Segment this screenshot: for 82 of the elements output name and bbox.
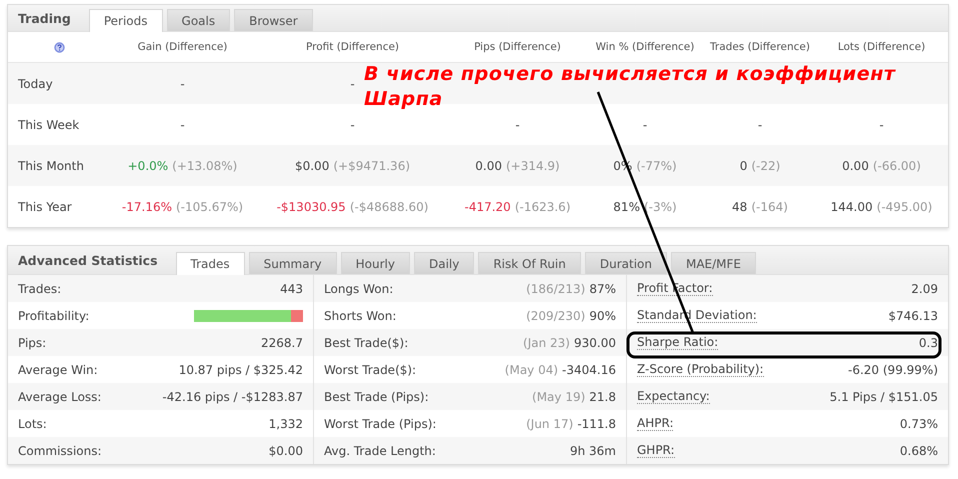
- stat-value: 0.73%: [900, 416, 938, 430]
- stat-link[interactable]: GHPR:: [637, 444, 675, 458]
- column-header: Lots (Difference): [838, 41, 926, 53]
- stat-value: $0.00: [268, 444, 303, 458]
- stat-label: Trades:: [18, 282, 62, 296]
- stat-value: 10.87 pips / $325.42: [178, 362, 303, 376]
- stat-link[interactable]: Expectancy:: [637, 390, 710, 404]
- column-header: Win % (Difference): [596, 41, 694, 53]
- help-icon[interactable]: [54, 42, 64, 52]
- table-cell: -417.20 (-1623.6): [464, 200, 570, 214]
- stat-value: (209/230) 90%: [526, 308, 616, 322]
- stat-label: Avg. Trade Length:: [324, 444, 436, 458]
- stat-value: 0.68%: [900, 444, 938, 458]
- stat-value: (May 19) 21.8: [532, 390, 616, 404]
- stat-value: (May 04) -3404.16: [504, 362, 616, 376]
- stat-label: Worst Trade($):: [324, 362, 416, 376]
- stat-value: 443: [280, 282, 303, 296]
- stat-value: (Jan 23) 930.00: [523, 336, 616, 350]
- tab[interactable]: Browser: [234, 9, 313, 31]
- column-header: Profit (Difference): [306, 41, 400, 53]
- tab[interactable]: Trades: [176, 252, 245, 275]
- table-cell: -: [180, 76, 185, 90]
- row-label: This Month: [18, 158, 84, 172]
- stat-label: Lots:: [18, 416, 47, 430]
- stat-label: Average Win:: [18, 362, 98, 376]
- stat-value: (186/213) 87%: [526, 282, 616, 296]
- table-cell: -: [180, 118, 185, 132]
- stat-link[interactable]: Z-Score (Probability):: [637, 362, 764, 376]
- table-cell: -: [758, 118, 762, 132]
- stat-value: -42.16 pips / -$1283.87: [162, 390, 303, 404]
- table-cell: -: [515, 118, 520, 132]
- stat-link[interactable]: Sharpe Ratio:: [637, 336, 718, 350]
- table-cell: $0.00 (+$9471.36): [294, 158, 410, 172]
- stat-value: -6.20 (99.99%): [848, 362, 938, 376]
- stat-value: 0.3: [918, 336, 938, 350]
- stat-value: 5.1 Pips / $151.05: [830, 390, 938, 404]
- tab[interactable]: Daily: [414, 252, 474, 274]
- stat-label: Worst Trade (Pips):: [324, 416, 436, 430]
- panel-title: Advanced Statistics: [18, 252, 158, 268]
- stat-value: 2268.7: [261, 336, 303, 350]
- table-cell: -: [879, 118, 884, 132]
- table-cell: 0.00 (-66.00): [842, 158, 921, 172]
- stat-label: Average Loss:: [18, 390, 102, 404]
- table-cell: +0.0% (+13.08%): [128, 158, 238, 172]
- panel-title: Trading: [18, 10, 71, 26]
- table-cell: 0.00 (+314.9): [475, 158, 560, 172]
- stat-value: 2.09: [911, 282, 938, 296]
- tab[interactable]: MAE/MFE: [670, 252, 756, 274]
- tab[interactable]: Risk Of Ruin: [478, 252, 581, 274]
- table-cell: 0 (-22): [740, 158, 780, 172]
- row-label: This Year: [18, 200, 72, 214]
- stat-value: (Jun 17) -111.8: [526, 416, 616, 430]
- column-header: Trades (Difference): [710, 41, 810, 53]
- row-label: Today: [18, 76, 53, 90]
- table-cell: 144.00 (-495.00): [830, 200, 932, 214]
- stat-label: Best Trade($):: [324, 336, 408, 350]
- table-cell: -17.16% (-105.67%): [122, 200, 244, 214]
- table-cell: 81% (-3%): [613, 200, 677, 214]
- table-cell: 48 (-164): [732, 200, 788, 214]
- table-cell: -: [350, 118, 355, 132]
- tab[interactable]: Duration: [584, 252, 667, 274]
- stat-value: 9h 36m: [570, 444, 616, 458]
- annotation-text: В числе прочего вычисляется и коэффициент Шарпа: [364, 62, 897, 112]
- tab[interactable]: Hourly: [340, 252, 410, 274]
- tab[interactable]: Summary: [248, 252, 337, 274]
- column-header: Pips (Difference): [474, 41, 561, 53]
- stat-label: Longs Won:: [324, 282, 394, 296]
- table-cell: -: [350, 76, 355, 90]
- stat-value: 1,332: [268, 416, 303, 430]
- table-cell: -: [642, 118, 648, 132]
- column-header: Gain (Difference): [138, 41, 228, 53]
- stat-label: Shorts Won:: [324, 308, 396, 322]
- tab[interactable]: Periods: [88, 9, 163, 32]
- stat-label: Best Trade (Pips):: [324, 390, 429, 404]
- stat-link[interactable]: AHPR:: [637, 416, 674, 430]
- stat-label: Pips:: [18, 336, 46, 350]
- tab[interactable]: Goals: [166, 9, 230, 31]
- stat-label: Profitability:: [18, 308, 90, 322]
- stat-value: $746.13: [888, 308, 938, 322]
- stat-label: Commissions:: [18, 444, 102, 458]
- table-cell: -$13030.95 (-$48688.60): [276, 200, 428, 214]
- row-label: This Week: [18, 118, 80, 132]
